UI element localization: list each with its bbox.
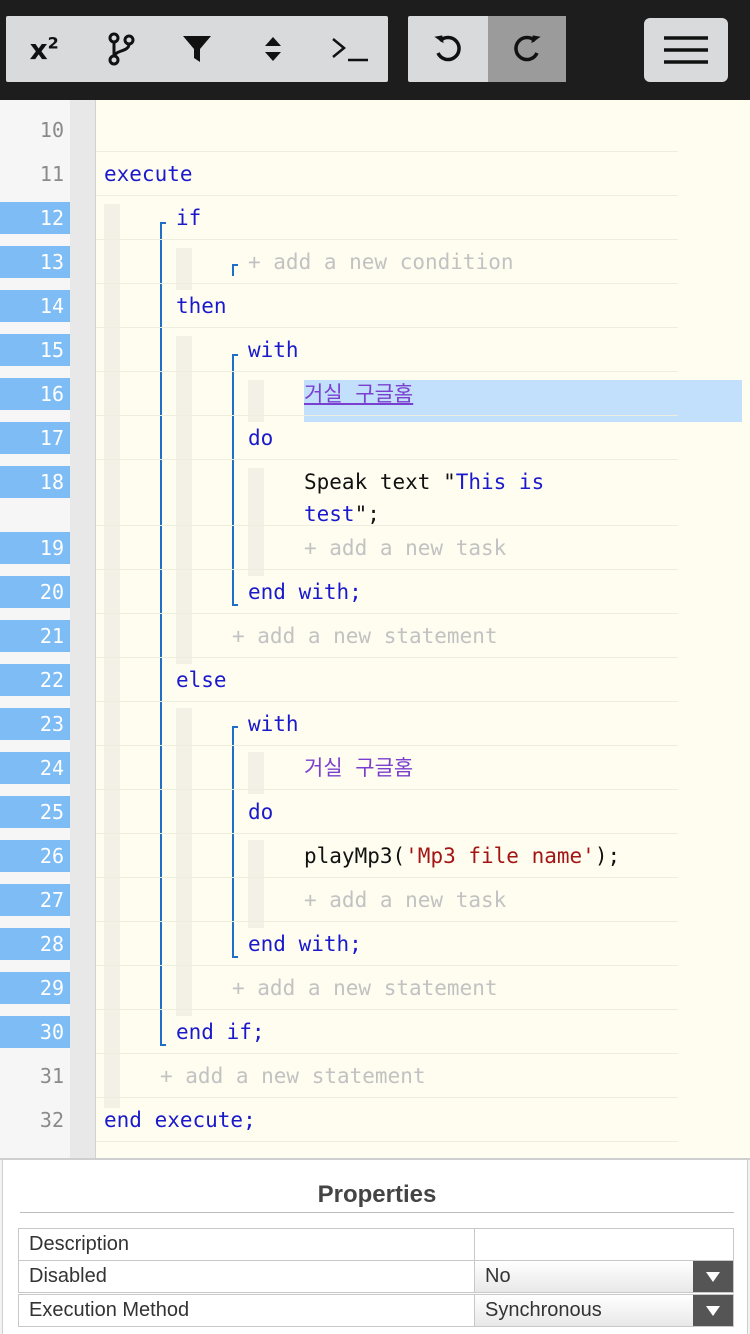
line-number[interactable]: 11 — [0, 158, 70, 190]
undo-icon — [434, 35, 461, 62]
add-statement-link[interactable]: + add a new statement — [232, 972, 498, 1004]
toolbar-history-group — [408, 16, 566, 82]
add-statement-link[interactable]: + add a new statement — [232, 620, 498, 652]
disabled-select[interactable]: No — [475, 1261, 733, 1292]
branch-icon — [108, 32, 135, 66]
code-editor[interactable]: 10 11 12 13 14 15 16 17 18 19 20 21 22 2… — [0, 100, 750, 1158]
line-number[interactable]: 30 — [0, 1016, 70, 1048]
line-number[interactable]: 10 — [0, 114, 70, 146]
sort-button[interactable] — [235, 16, 311, 82]
add-condition-link[interactable]: + add a new condition — [248, 246, 514, 278]
do-keyword[interactable]: do — [248, 422, 273, 454]
terminal-icon — [332, 38, 368, 62]
line-number[interactable]: 22 — [0, 664, 70, 696]
line-number[interactable]: 19 — [0, 532, 70, 564]
properties-panel: Properties Description Disabled No Execu… — [0, 1158, 750, 1334]
line-number[interactable]: 32 — [0, 1104, 70, 1136]
filter-button[interactable] — [159, 16, 235, 82]
code-line: 15 — [0, 328, 678, 372]
dropdown-arrow-icon — [693, 1295, 733, 1326]
sort-icon — [265, 37, 282, 61]
line-number[interactable]: 23 — [0, 708, 70, 740]
speak-task-continued[interactable]: test"; — [304, 498, 380, 530]
undo-button[interactable] — [408, 16, 488, 82]
line-number[interactable]: 25 — [0, 796, 70, 828]
code-line: 14 — [0, 284, 678, 328]
code-line: 25 — [0, 790, 678, 834]
redo-button[interactable] — [488, 16, 566, 82]
play-argument: 'Mp3 file name' — [405, 844, 595, 868]
code-line: 22 — [0, 658, 678, 702]
property-row-description: Description — [18, 1228, 734, 1261]
add-statement-link[interactable]: + add a new statement — [160, 1060, 426, 1092]
code-line: 12 — [0, 196, 678, 240]
hamburger-menu-icon — [664, 36, 708, 64]
speak-suffix: "; — [354, 502, 380, 526]
line-number[interactable]: 28 — [0, 928, 70, 960]
description-input[interactable] — [475, 1229, 733, 1260]
code-line: 11 — [0, 152, 678, 196]
else-keyword[interactable]: else — [176, 664, 227, 696]
menu-button[interactable] — [644, 18, 728, 82]
branch-button[interactable] — [82, 16, 158, 82]
code-line: 30 — [0, 1010, 678, 1054]
dropdown-arrow-icon — [693, 1261, 733, 1292]
play-function: playMp3( — [304, 844, 406, 868]
terminal-button[interactable] — [312, 16, 388, 82]
if-keyword[interactable]: if — [176, 202, 201, 234]
speak-string: test — [304, 502, 355, 526]
end-if-keyword[interactable]: end if; — [176, 1016, 265, 1048]
speak-string: This is — [455, 470, 545, 494]
property-row-disabled: Disabled No — [18, 1260, 734, 1293]
line-number[interactable]: 12 — [0, 202, 70, 234]
execution-method-select[interactable]: Synchronous — [475, 1295, 733, 1326]
add-task-link[interactable]: + add a new task — [304, 532, 506, 564]
property-label: Disabled — [19, 1261, 475, 1292]
line-number[interactable]: 15 — [0, 334, 70, 366]
property-label: Execution Method — [19, 1295, 475, 1326]
play-mp3-task[interactable]: playMp3('Mp3 file name'); — [304, 840, 620, 872]
execute-keyword[interactable]: execute — [104, 158, 193, 190]
line-number[interactable]: 24 — [0, 752, 70, 784]
line-number[interactable]: 17 — [0, 422, 70, 454]
property-label: Description — [19, 1229, 475, 1260]
line-number[interactable]: 27 — [0, 884, 70, 916]
device-link[interactable]: 거실 구글홈 — [304, 378, 413, 410]
code-line: 32 — [0, 1098, 678, 1142]
speak-task[interactable]: Speak text "This is — [304, 466, 544, 498]
device-link[interactable]: 거실 구글홈 — [304, 752, 413, 784]
then-keyword[interactable]: then — [176, 290, 227, 322]
select-value: No — [485, 1265, 511, 1287]
play-end: ); — [594, 844, 621, 868]
end-with-keyword[interactable]: end with; — [248, 928, 362, 960]
add-task-link[interactable]: + add a new task — [304, 884, 506, 916]
code-line: 23 — [0, 702, 678, 746]
property-row-execution-method: Execution Method Synchronous — [18, 1294, 734, 1327]
properties-title: Properties — [20, 1178, 734, 1213]
line-number[interactable]: 16 — [0, 378, 70, 410]
superscript-button[interactable]: x2 — [6, 16, 82, 82]
toolbar-tools-group: x2 — [6, 16, 388, 82]
select-value: Synchronous — [485, 1299, 602, 1321]
end-with-keyword[interactable]: end with; — [248, 576, 362, 608]
line-number[interactable]: 20 — [0, 576, 70, 608]
line-number[interactable]: 18 — [0, 466, 70, 498]
with-keyword[interactable]: with — [248, 708, 299, 740]
line-number[interactable]: 21 — [0, 620, 70, 652]
end-execute-keyword[interactable]: end execute; — [104, 1104, 256, 1136]
line-number[interactable]: 26 — [0, 840, 70, 872]
filter-icon — [183, 36, 212, 62]
line-number[interactable]: 13 — [0, 246, 70, 278]
code-line: 17 — [0, 416, 678, 460]
speak-text-label: Speak text " — [304, 470, 456, 494]
line-number[interactable]: 14 — [0, 290, 70, 322]
do-keyword[interactable]: do — [248, 796, 273, 828]
with-keyword[interactable]: with — [248, 334, 299, 366]
line-number[interactable]: 29 — [0, 972, 70, 1004]
line-number[interactable]: 31 — [0, 1060, 70, 1092]
superscript-icon: x2 — [29, 32, 59, 66]
code-line: 10 — [0, 108, 678, 152]
redo-icon — [514, 35, 541, 62]
toolbar: x2 — [0, 0, 750, 100]
